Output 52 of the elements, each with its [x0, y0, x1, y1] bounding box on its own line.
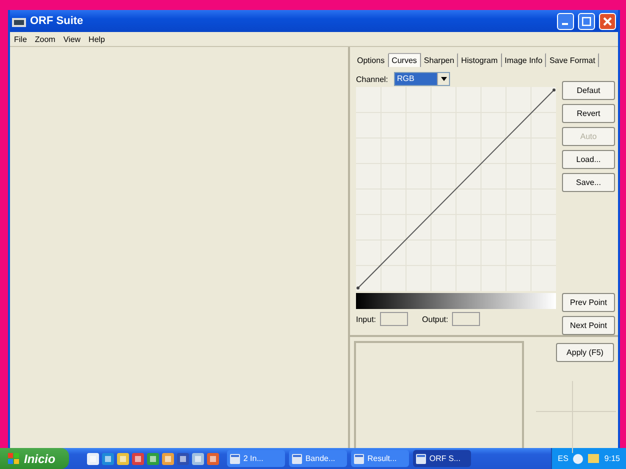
quick-launch-icon[interactable]: [177, 452, 190, 464]
quick-launch-icon[interactable]: [147, 452, 160, 464]
channel-dropdown[interactable]: RGB: [394, 72, 450, 86]
taskbar-button[interactable]: ORF S...: [413, 450, 472, 467]
curve-button[interactable]: Revert: [562, 104, 615, 123]
quick-launch-icon[interactable]: [162, 452, 174, 464]
menu-item[interactable]: Zoom: [34, 34, 56, 44]
quick-launch-icon[interactable]: [207, 452, 220, 464]
point-button[interactable]: Next Point: [562, 316, 615, 335]
clock: 9:15: [604, 454, 620, 463]
tab[interactable]: Curves: [388, 53, 421, 67]
window-title: ORF Suite: [30, 15, 84, 27]
quick-launch-icon[interactable]: [192, 452, 204, 464]
maximize-icon: [582, 16, 591, 26]
quick-launch-icon[interactable]: [102, 452, 114, 464]
tab[interactable]: Sharpen: [420, 53, 458, 67]
input-label: Input:: [356, 314, 376, 324]
curve-button[interactable]: Load...: [562, 150, 615, 169]
close-button[interactable]: [599, 12, 616, 30]
close-icon: [603, 16, 612, 26]
menu-item[interactable]: Help: [88, 34, 105, 44]
output-label: Output:: [422, 314, 448, 324]
menu-item[interactable]: File: [14, 34, 27, 44]
network-icon[interactable]: [573, 454, 584, 464]
curve-button[interactable]: Defaut: [562, 81, 615, 100]
quick-launch-icon[interactable]: [87, 452, 100, 464]
start-button[interactable]: Inicio: [0, 448, 70, 469]
tab[interactable]: Histogram: [458, 53, 502, 67]
windows-logo-icon: [8, 452, 20, 464]
curve-button[interactable]: Save...: [562, 173, 615, 192]
apply-button[interactable]: Apply (F5): [556, 343, 614, 362]
tab[interactable]: Image Info: [502, 53, 546, 67]
taskbar-button[interactable]: Bande...: [289, 450, 348, 467]
taskbar-button[interactable]: Result...: [351, 450, 410, 467]
mail-icon[interactable]: [588, 454, 600, 463]
maximize-button[interactable]: [578, 12, 595, 30]
input-field[interactable]: [380, 312, 408, 326]
tab[interactable]: Save Format: [546, 53, 600, 67]
window-icon: [292, 454, 302, 464]
window-icon: [416, 454, 426, 464]
quick-launch-icon[interactable]: [132, 452, 144, 464]
output-field[interactable]: [452, 312, 480, 326]
point-button[interactable]: Prev Point: [562, 293, 615, 312]
app-icon: [12, 15, 26, 27]
caret-icon: [440, 77, 447, 81]
menu-item[interactable]: View: [63, 34, 81, 44]
taskbar-button[interactable]: 2 In...: [227, 450, 286, 467]
channel-label: Channel:: [356, 74, 388, 84]
quick-launch-icon[interactable]: [117, 452, 130, 464]
minimize-button[interactable]: [557, 12, 574, 30]
window-icon: [354, 454, 364, 464]
window-icon: [230, 454, 240, 464]
